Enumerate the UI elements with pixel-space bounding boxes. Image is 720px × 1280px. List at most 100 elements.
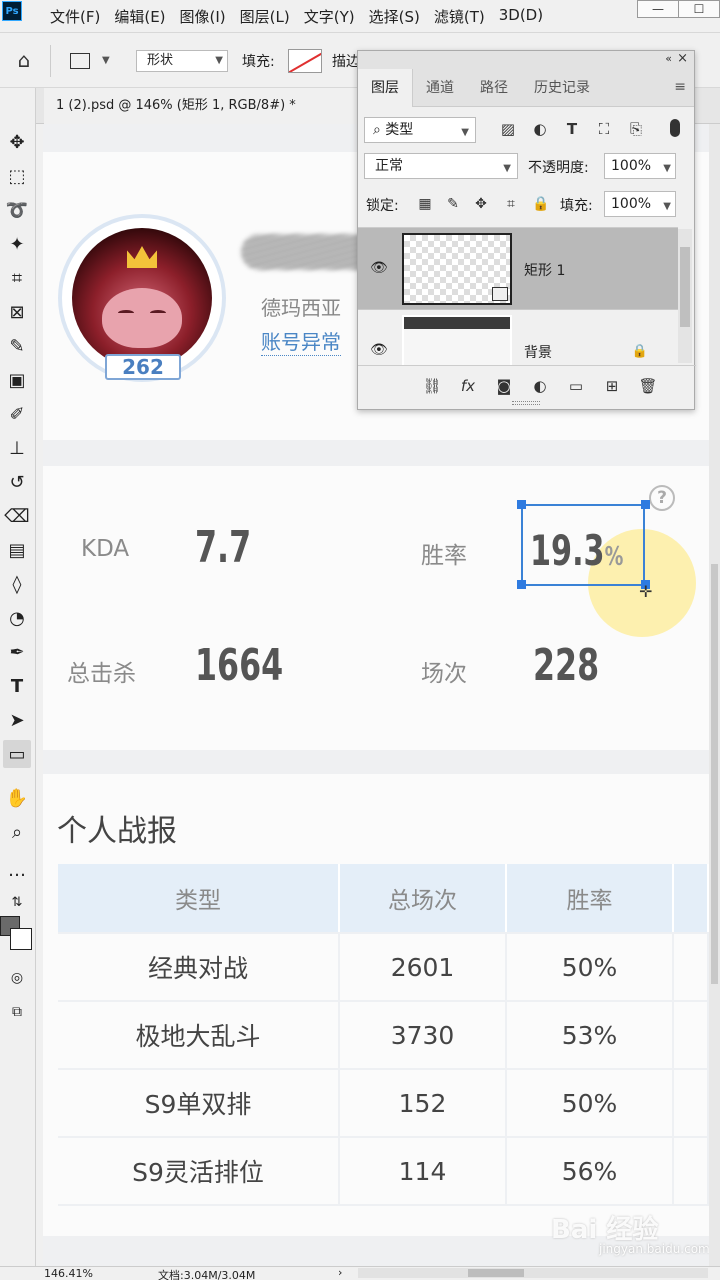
- fill-swatch[interactable]: [288, 49, 322, 73]
- visibility-eye-icon[interactable]: 👁: [370, 260, 388, 276]
- lasso-tool-icon[interactable]: ➰: [3, 196, 31, 224]
- marquee-tool-icon[interactable]: ⬚: [3, 162, 31, 190]
- kda-label: KDA: [81, 536, 130, 562]
- quick-mask-icon[interactable]: ◎: [3, 964, 31, 992]
- dodge-tool-icon[interactable]: ◔: [3, 604, 31, 632]
- menu-layer[interactable]: 图层(L): [240, 6, 290, 27]
- baidu-watermark: Bai 经验: [551, 1215, 659, 1245]
- lock-transparent-icon[interactable]: ▦: [416, 195, 434, 213]
- eyedropper-tool-icon[interactable]: ✎: [3, 332, 31, 360]
- account-status-link[interactable]: 账号异常: [261, 326, 341, 356]
- zoom-tool-icon[interactable]: ⌕: [3, 818, 31, 846]
- tool-mode-select[interactable]: 形状 ▼: [136, 50, 228, 72]
- visibility-eye-icon[interactable]: 👁: [370, 342, 388, 358]
- clone-stamp-tool-icon[interactable]: ⊥: [3, 434, 31, 462]
- maximize-button[interactable]: ☐: [678, 0, 720, 18]
- filter-toggle[interactable]: [670, 119, 680, 137]
- healing-brush-tool-icon[interactable]: ▣: [3, 366, 31, 394]
- document-tab-title: 1 (2).psd @ 146% (矩形 1, RGB/8#) *: [56, 98, 296, 113]
- menu-edit[interactable]: 编辑(E): [114, 6, 165, 27]
- lock-position-icon[interactable]: ✥: [472, 195, 490, 213]
- eraser-tool-icon[interactable]: ⌫: [3, 502, 31, 530]
- panel-menu-icon[interactable]: ≡: [674, 79, 686, 95]
- transform-handle[interactable]: [517, 580, 526, 589]
- add-mask-icon[interactable]: ◙: [494, 376, 514, 396]
- opacity-input[interactable]: 100% ▼: [604, 153, 676, 179]
- lock-all-icon[interactable]: 🔒: [532, 195, 550, 213]
- adjustment-filter-icon[interactable]: ◐: [530, 119, 550, 139]
- menu-3d[interactable]: 3D(D): [499, 6, 543, 27]
- rectangle-tool-preset-icon[interactable]: [70, 53, 90, 69]
- background-color-swatch[interactable]: [10, 928, 32, 950]
- pen-tool-icon[interactable]: ✒: [3, 638, 31, 666]
- scrollbar-thumb[interactable]: [711, 564, 718, 984]
- new-group-icon[interactable]: ▭: [566, 376, 586, 396]
- status-menu-arrow[interactable]: ›: [338, 1266, 342, 1279]
- hand-tool-icon[interactable]: ✋: [3, 784, 31, 812]
- blur-tool-icon[interactable]: ◊: [3, 570, 31, 598]
- layer-row-background[interactable]: 👁 背景 🔒: [358, 310, 678, 365]
- type-tool-icon[interactable]: T: [3, 672, 31, 700]
- fill-input[interactable]: 100% ▼: [604, 191, 676, 217]
- blend-mode-select[interactable]: 正常 ▼: [364, 153, 518, 179]
- frame-tool-icon[interactable]: ⊠: [3, 298, 31, 326]
- layer-name[interactable]: 矩形 1: [524, 260, 565, 280]
- magic-wand-tool-icon[interactable]: ✦: [3, 230, 31, 258]
- scrollbar-thumb[interactable]: [680, 247, 690, 327]
- link-layers-icon[interactable]: ⛓: [422, 376, 442, 396]
- home-icon[interactable]: ⌂: [12, 49, 36, 71]
- adjustment-layer-icon[interactable]: ◐: [530, 376, 550, 396]
- canvas-vertical-scrollbar[interactable]: [709, 124, 720, 1266]
- selection-bounding-box[interactable]: [521, 504, 645, 586]
- close-panel-icon[interactable]: ×: [677, 51, 688, 66]
- layer-row-rectangle[interactable]: 👁 矩形 1: [358, 228, 678, 310]
- minimize-button[interactable]: —: [637, 0, 679, 18]
- history-brush-tool-icon[interactable]: ↺: [3, 468, 31, 496]
- tab-layers[interactable]: 图层: [358, 69, 413, 107]
- scrollbar-thumb[interactable]: [468, 1269, 524, 1277]
- layer-filter-select[interactable]: ⌕ 类型 ▼: [364, 117, 476, 143]
- transform-handle[interactable]: [517, 500, 526, 509]
- path-selection-tool-icon[interactable]: ➤: [3, 706, 31, 734]
- pixel-filter-icon[interactable]: ▨: [498, 119, 518, 139]
- smart-object-filter-icon[interactable]: ⎘: [626, 119, 646, 139]
- menu-filter[interactable]: 滤镜(T): [434, 6, 485, 27]
- help-icon[interactable]: ?: [649, 485, 675, 511]
- menu-select[interactable]: 选择(S): [369, 6, 420, 27]
- layers-scrollbar[interactable]: [678, 229, 692, 363]
- tab-history[interactable]: 历史记录: [521, 69, 603, 107]
- chevron-down-icon: ▼: [461, 127, 469, 138]
- shape-filter-icon[interactable]: ⛶: [594, 119, 614, 139]
- layers-panel-footer: ⛓ fx ◙ ◐ ▭ ⊞ 🗑: [358, 365, 696, 403]
- panel-header[interactable]: « ×: [358, 51, 694, 69]
- panel-resize-grip[interactable]: [512, 401, 540, 405]
- delete-layer-icon[interactable]: 🗑: [638, 376, 658, 396]
- brush-tool-icon[interactable]: ✐: [3, 400, 31, 428]
- transform-handle[interactable]: [641, 500, 650, 509]
- type-filter-icon[interactable]: T: [562, 119, 582, 139]
- rectangle-tool-icon[interactable]: ▭: [3, 740, 31, 768]
- new-layer-icon[interactable]: ⊞: [602, 376, 622, 396]
- lock-image-icon[interactable]: ✎: [444, 195, 462, 213]
- tab-paths[interactable]: 路径: [467, 69, 521, 107]
- canvas-horizontal-scrollbar[interactable]: [358, 1268, 708, 1278]
- more-tools-icon[interactable]: …: [3, 856, 31, 884]
- tool-mode-value: 形状: [147, 53, 174, 68]
- menu-file[interactable]: 文件(F): [50, 6, 100, 27]
- tab-channels[interactable]: 通道: [413, 69, 467, 107]
- zoom-level[interactable]: 146.41%: [44, 1267, 93, 1280]
- chevron-down-icon[interactable]: ▼: [102, 55, 110, 66]
- collapse-panel-icon[interactable]: «: [665, 52, 672, 65]
- document-tab[interactable]: 1 (2).psd @ 146% (矩形 1, RGB/8#) * ×: [44, 88, 380, 124]
- move-tool-icon[interactable]: ✥: [3, 128, 31, 156]
- table-cell: 53%: [507, 1002, 674, 1068]
- lock-artboard-icon[interactable]: ⌗: [502, 195, 520, 213]
- screen-mode-icon[interactable]: ⧉: [3, 998, 31, 1026]
- swap-colors-icon[interactable]: ⇅: [3, 888, 31, 916]
- menu-image[interactable]: 图像(I): [180, 6, 226, 27]
- gradient-tool-icon[interactable]: ▤: [3, 536, 31, 564]
- fx-icon[interactable]: fx: [458, 376, 478, 396]
- layer-name[interactable]: 背景: [524, 342, 552, 362]
- crop-tool-icon[interactable]: ⌗: [3, 264, 31, 292]
- menu-type[interactable]: 文字(Y): [304, 6, 355, 27]
